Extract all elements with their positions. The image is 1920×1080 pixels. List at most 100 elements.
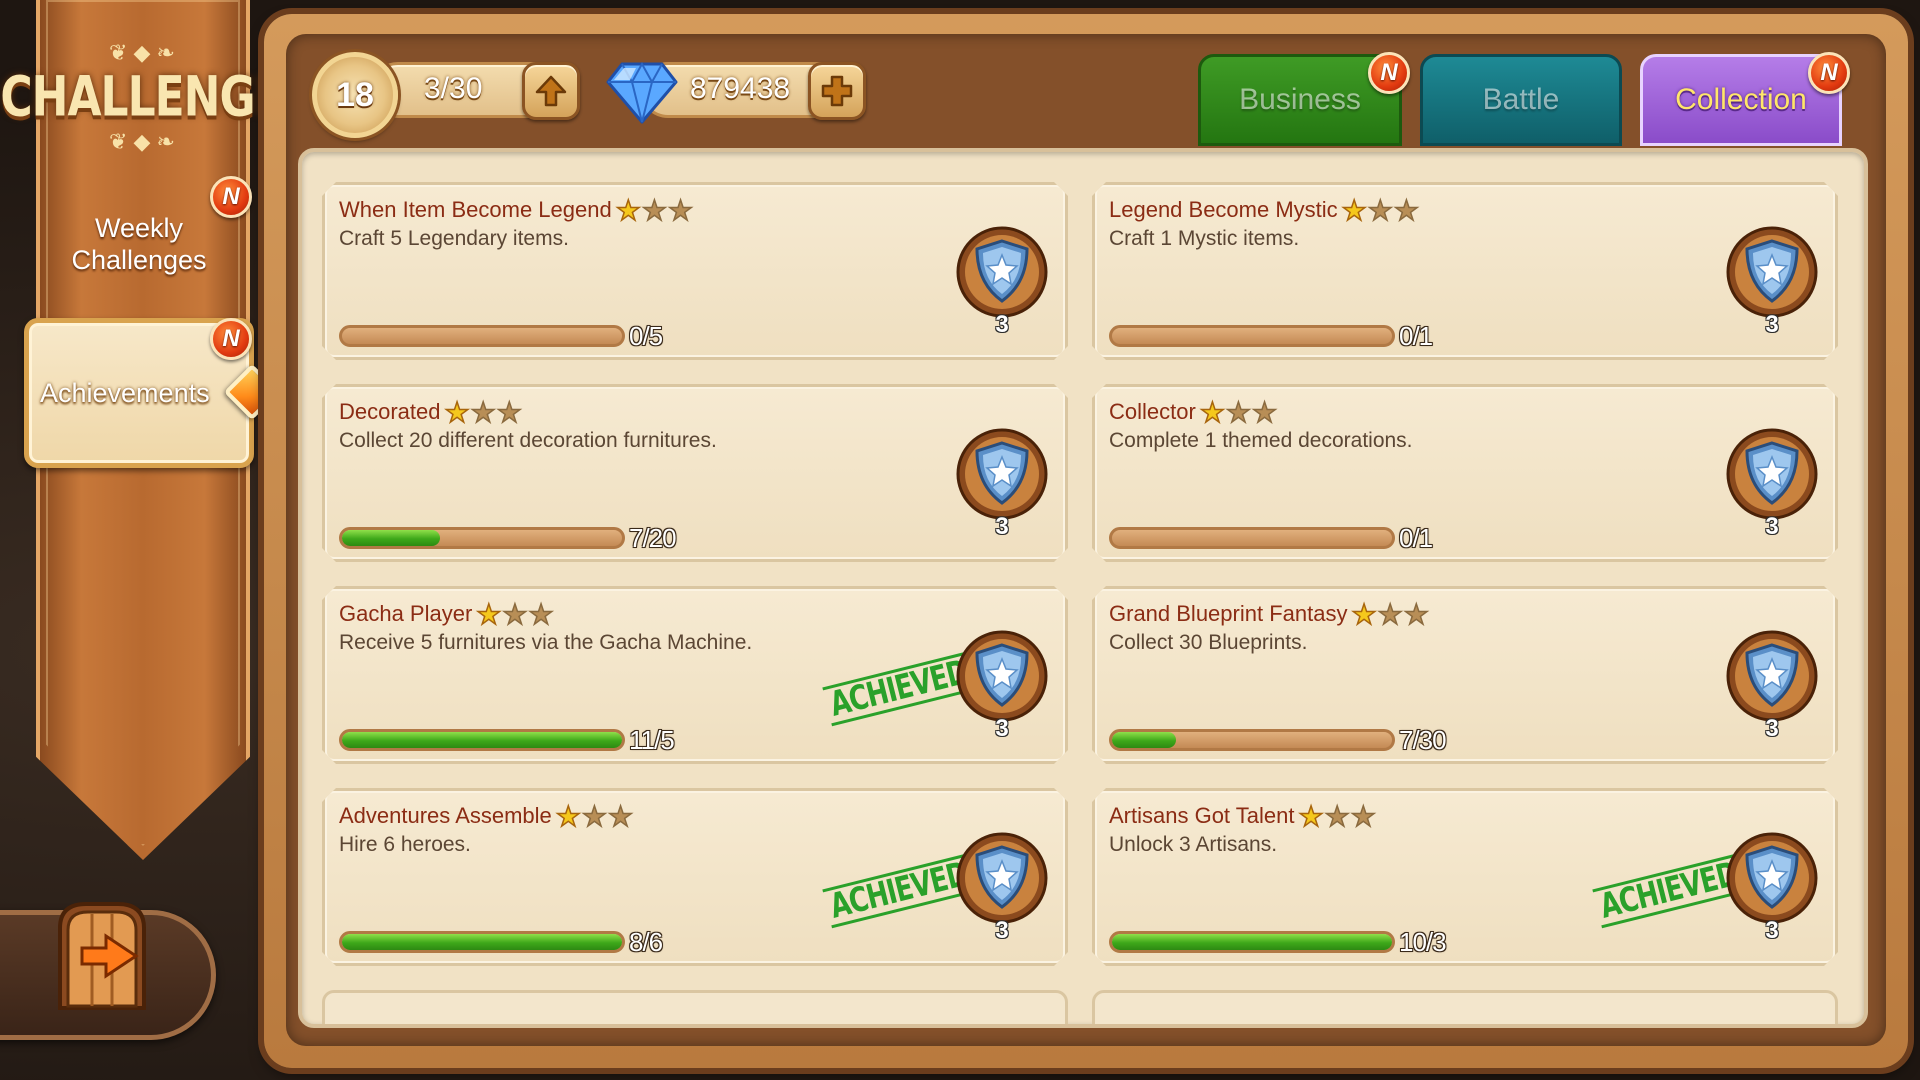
reward-badge[interactable]: 3	[955, 427, 1049, 551]
business-new-badge: N	[1368, 52, 1410, 94]
achievement-title: Legend Become Mystic ★ ★ ★	[1109, 197, 1419, 225]
reward-amount: 3	[995, 513, 1009, 540]
progress-bar	[339, 931, 625, 953]
star-icon: ★	[641, 195, 667, 226]
energy-count: 3/30	[424, 72, 483, 105]
progress-text: 7/30	[1399, 725, 1446, 755]
star-icon: ★	[1252, 397, 1278, 428]
achievement-description: Collect 20 different decoration furnitur…	[339, 429, 717, 452]
star-icon: ★	[1403, 599, 1429, 630]
achievement-title: Adventures Assemble ★ ★ ★	[339, 803, 633, 831]
upgrade-button[interactable]	[522, 62, 580, 120]
star-icon: ★	[476, 599, 502, 630]
achievement-card[interactable]: Legend Become Mystic ★ ★ ★ Craft 1 Mystic i…	[1092, 182, 1838, 360]
achievement-card[interactable]: When Item Become Legend ★ ★ ★ Craft 5 Legen…	[322, 182, 1068, 360]
gem-count: 879438	[690, 72, 791, 105]
shield-star-icon	[955, 427, 1049, 521]
reward-amount: 3	[995, 311, 1009, 338]
achievement-title-text: When Item Become Legend	[339, 197, 612, 222]
star-icon: ★	[608, 801, 634, 832]
achievement-card[interactable]: Decorated ★ ★ ★ Collect 20 different decora…	[322, 384, 1068, 562]
shield-star-icon	[1725, 225, 1819, 319]
achievement-title-text: Gacha Player	[339, 601, 473, 626]
reward-amount: 3	[1765, 917, 1779, 944]
star-rating: ★ ★ ★	[1298, 803, 1375, 831]
tab-battle-label: Battle	[1482, 83, 1560, 116]
tab-battle[interactable]: Battle	[1420, 54, 1622, 146]
reward-badge[interactable]: 3	[955, 225, 1049, 349]
add-gems-button[interactable]	[808, 62, 866, 120]
progress-text: 0/5	[629, 321, 663, 351]
achievement-title: Gacha Player ★ ★ ★	[339, 601, 554, 629]
star-icon: ★	[444, 397, 470, 428]
weekly-challenges-tab[interactable]: Weekly Challenges	[46, 212, 232, 276]
tab-business-label: Business	[1239, 83, 1361, 116]
achievement-description: Unlock 3 Artisans.	[1109, 833, 1278, 856]
level-coin-icon: 18	[312, 52, 398, 138]
challenge-logo: ❦ ◆ ❧ CHALLENGE ❦ ◆ ❧	[0, 22, 284, 172]
achieved-stamp: ACHIEVED	[1592, 854, 1745, 929]
exit-door-icon[interactable]	[46, 898, 158, 1016]
star-rating: ★ ★ ★	[476, 601, 553, 629]
achievement-title: Artisans Got Talent ★ ★ ★	[1109, 803, 1376, 831]
tab-collection-label: Collection	[1675, 83, 1807, 116]
reward-amount: 3	[1765, 311, 1779, 338]
achievement-grid: When Item Become Legend ★ ★ ★ Craft 5 Legen…	[302, 152, 1864, 1024]
achievement-title-text: Legend Become Mystic	[1109, 197, 1338, 222]
achieved-stamp-text: ACHIEVED	[826, 855, 972, 927]
achievement-card[interactable]: Artisans Got Talent ★ ★ ★ Unlock 3 Artisans…	[1092, 788, 1838, 966]
partial-card	[322, 990, 1068, 1024]
reward-badge[interactable]: 3	[1725, 831, 1819, 955]
achievement-title-text: Artisans Got Talent	[1109, 803, 1295, 828]
achieved-stamp-text: ACHIEVED	[1596, 855, 1742, 927]
star-icon: ★	[1367, 195, 1393, 226]
achievements-label: Achievements	[40, 378, 210, 408]
progress-text: 0/1	[1399, 321, 1433, 351]
progress-text: 8/6	[629, 927, 663, 957]
achievement-list[interactable]: When Item Become Legend ★ ★ ★ Craft 5 Legen…	[298, 148, 1868, 1028]
achievement-description: Receive 5 furnitures via the Gacha Machi…	[339, 631, 753, 654]
challenge-title: CHALLENGE	[0, 65, 284, 129]
star-rating: ★ ★ ★	[556, 803, 633, 831]
star-icon: ★	[1377, 599, 1403, 630]
star-icon: ★	[1393, 195, 1419, 226]
star-icon: ★	[581, 801, 607, 832]
progress-text: 7/20	[629, 523, 676, 553]
progress-bar	[1109, 527, 1395, 549]
achievement-card[interactable]: Collector ★ ★ ★ Complete 1 themed decoratio…	[1092, 384, 1838, 562]
ornament-bottom-icon: ❦ ◆ ❧	[108, 128, 175, 154]
progress-text: 10/3	[1399, 927, 1446, 957]
achievement-card[interactable]: Grand Blueprint Fantasy ★ ★ ★ Collect 30 Bl…	[1092, 586, 1838, 764]
achievement-description: Craft 5 Legendary items.	[339, 227, 569, 250]
progress-bar	[339, 325, 625, 347]
star-icon: ★	[1225, 397, 1252, 428]
achievement-title: When Item Become Legend ★ ★ ★	[339, 197, 693, 225]
achievement-description: Craft 1 Mystic items.	[1109, 227, 1300, 250]
shield-star-icon	[955, 831, 1049, 925]
star-icon: ★	[615, 195, 641, 226]
shield-star-icon	[955, 629, 1049, 723]
reward-badge[interactable]: 3	[955, 831, 1049, 955]
achievement-title-text: Collector	[1109, 399, 1196, 424]
star-rating: ★ ★ ★	[1351, 601, 1428, 629]
achievement-card[interactable]: Adventures Assemble ★ ★ ★ Hire 6 heroes. 8/…	[322, 788, 1068, 966]
achievement-card[interactable]: Gacha Player ★ ★ ★ Receive 5 furnitures via…	[322, 586, 1068, 764]
reward-badge[interactable]: 3	[1725, 629, 1819, 753]
arrow-up-icon	[535, 75, 567, 107]
reward-badge[interactable]: 3	[1725, 427, 1819, 551]
achievement-title: Collector ★ ★ ★	[1109, 399, 1277, 427]
reward-badge[interactable]: 3	[955, 629, 1049, 753]
star-icon: ★	[496, 397, 522, 428]
partial-card	[1092, 990, 1838, 1024]
star-rating: ★ ★ ★	[445, 399, 522, 427]
shield-star-icon	[1725, 427, 1819, 521]
plus-icon	[821, 75, 853, 107]
star-icon: ★	[1351, 599, 1377, 630]
achievement-title-text: Decorated	[339, 399, 441, 424]
ornament-top-icon: ❦ ◆ ❧	[108, 39, 175, 65]
star-icon: ★	[1341, 195, 1367, 226]
achievements-new-badge: N	[210, 318, 252, 360]
progress-text: 11/5	[629, 725, 674, 755]
achievement-description: Hire 6 heroes.	[339, 833, 471, 856]
reward-badge[interactable]: 3	[1725, 225, 1819, 349]
